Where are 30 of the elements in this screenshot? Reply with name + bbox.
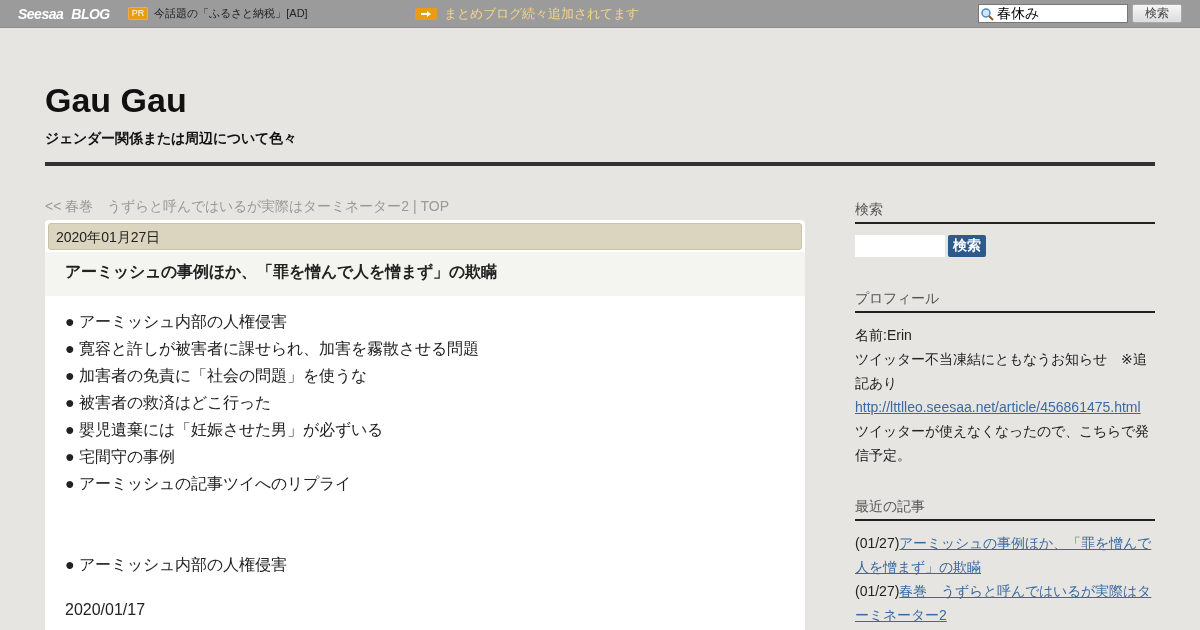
sidebar-heading: プロフィール [855, 287, 1155, 313]
sidebar-heading: 最近の記事 [855, 495, 1155, 521]
blog-title[interactable]: Gau Gau [45, 80, 1155, 120]
article-text: ● 寛容と許しが被害者に課せられ、加害を霧散させる問題 [65, 339, 481, 359]
pr-badge: PR [127, 7, 149, 20]
search-field[interactable]: 春休み [978, 4, 1128, 23]
nav-separator: | [411, 198, 418, 214]
sidebar-heading: 検索 [855, 198, 1155, 224]
article-date: 2020年01月27日 [48, 223, 802, 250]
article-text: ● 加害者の免責に「社会の問題」を使うな [65, 366, 369, 386]
blog-subtitle: ジェンダー関係または周辺について色々 [45, 130, 298, 148]
article-title: アーミッシュの事例ほか、「罪を憎んで人を憎まず」の欺瞞 [45, 252, 805, 296]
sidebar-search-button[interactable]: 検索 [948, 235, 986, 257]
recent-article-entry[interactable]: (01/27)アーミッシュの事例ほか、「罪を憎んで人を憎まず」の欺瞞 [855, 531, 1155, 579]
recent-article-entry[interactable]: (01/27)春巻 うずらと呼んではいるが実際はターミネーター2 [855, 579, 1155, 627]
search-button[interactable]: 検索 [1132, 4, 1182, 23]
profile-notice: ツイッター不当凍結にともなうお知らせ ※追記あり [855, 350, 1148, 393]
profile-link[interactable]: http://lttlleo.seesaa.net/article/456861475.html [855, 395, 1141, 419]
profile-name: 名前:Erin [855, 326, 913, 345]
article-text: ● 被害者の救済はどこ行った [65, 393, 273, 413]
article-text: ● アーミッシュ内部の人権侵害 [65, 555, 289, 575]
sidebar-search-field[interactable] [855, 235, 945, 257]
article-text: ● アーミッシュの記事ツイへのリプライ [65, 474, 353, 494]
profile-note: ツイッターが使えなくなったので、こちらで発信予定。 [855, 422, 1150, 465]
search-icon [980, 7, 994, 21]
article-text: 2020/01/17 [65, 600, 147, 620]
article-text: ● 嬰児遺棄には「妊娠させた男」が必ずいる [65, 420, 385, 440]
article-text: ● 宅間守の事例 [65, 447, 177, 467]
article-text: ● アーミッシュ内部の人権侵害 [65, 312, 289, 332]
ad-link[interactable]: 今話題の「ふるさと納税」[AD] [154, 6, 308, 21]
